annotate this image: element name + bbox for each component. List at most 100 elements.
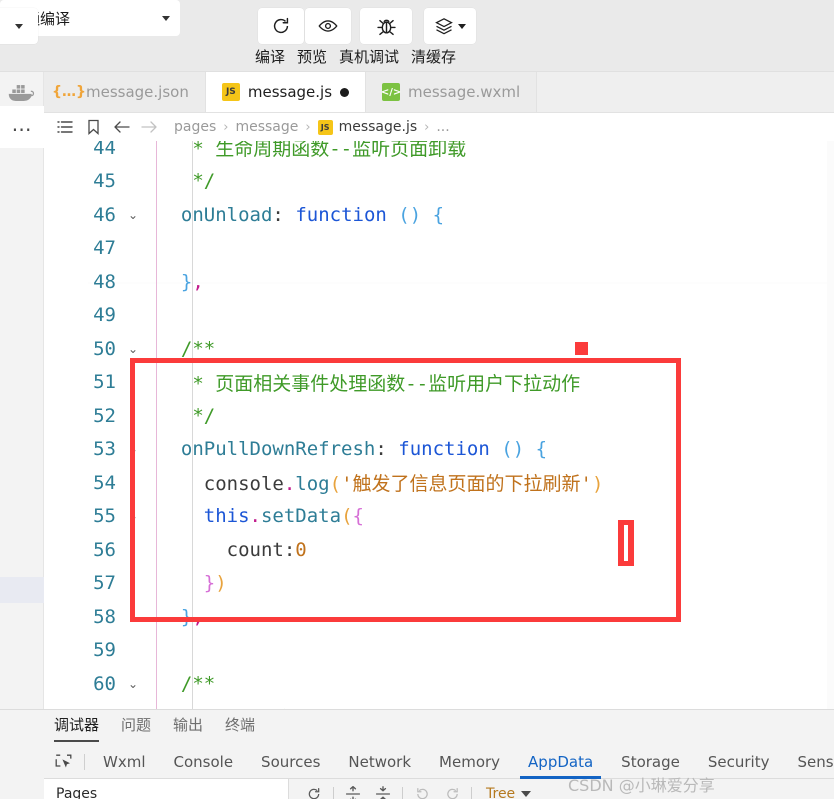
refresh-icon[interactable] (299, 782, 329, 799)
remote-debug-label[interactable]: 真机调试 (339, 46, 399, 67)
js-file-icon: JS (317, 119, 333, 135)
code-line-text: }) (144, 572, 834, 594)
appdata-view-mode-select[interactable]: Tree (486, 786, 532, 799)
code-line[interactable]: 48 }, (44, 265, 834, 299)
expand-all-icon[interactable] (338, 782, 368, 799)
arrow-left-icon[interactable] (110, 117, 132, 137)
code-line[interactable]: 58 }, (44, 600, 834, 634)
activity-bar: ⋯ (0, 72, 44, 709)
ellipsis-icon[interactable]: ⋯ (6, 120, 38, 140)
code-line[interactable]: 46 ⌄ onUnload: function () { (44, 198, 834, 232)
code-line[interactable]: 55 ⌄ this.setData({ (44, 499, 834, 533)
code-editor[interactable]: 44 * 生命周期函数--监听页面卸载 45 */46 ⌄ onUnload: fu… (44, 141, 834, 709)
code-token: , (192, 605, 204, 628)
code-line[interactable]: 53 ⌄ onPullDownRefresh: function () { (44, 432, 834, 466)
file-tab-message-wxml[interactable]: </> message.wxml (366, 72, 538, 112)
redo-icon[interactable] (437, 782, 467, 799)
code-line[interactable]: 45 */ (44, 164, 834, 198)
cursor-select-icon[interactable] (52, 753, 74, 771)
code-token: . (249, 505, 261, 528)
devtools-tab-sensor[interactable]: Sensor (783, 746, 834, 779)
code-token: 生命周期函数--监听页面卸载 (215, 141, 467, 161)
file-tab-message-js[interactable]: JS message.js (205, 72, 367, 112)
top-toolbar: 普通编译 编译 预览 真机调试 清缓存 (0, 0, 834, 72)
code-token: . (283, 473, 296, 496)
code-line[interactable]: 51 * 页面相关事件处理函数--监听用户下拉动作 (44, 365, 834, 399)
code-line[interactable]: 52 */ (44, 399, 834, 433)
activity-bar-selection (0, 577, 44, 603)
bottom-panel-tab[interactable]: 终端 (225, 714, 255, 739)
wechat-devtools-window: 普通编译 编译 预览 真机调试 清缓存 ⋯ {…} message.json J… (0, 0, 834, 799)
devtools-tab-wxml[interactable]: Wxml (89, 746, 160, 779)
fold-chevron-icon[interactable]: ⌄ (122, 510, 144, 522)
code-line-text: */ (144, 170, 834, 192)
code-line[interactable]: 59 (44, 633, 834, 667)
devtools-tab-memory[interactable]: Memory (425, 746, 514, 779)
file-tab-label: message.js (247, 83, 333, 101)
remote-debug-button[interactable] (360, 8, 412, 44)
line-number: 53 (93, 438, 116, 461)
code-token: /** (158, 672, 216, 695)
appdata-pages-label[interactable]: Pages (44, 779, 289, 799)
line-number: 49 (93, 304, 116, 327)
code-token: console (203, 473, 284, 496)
code-token: log (295, 473, 330, 496)
account-dropdown-button[interactable] (0, 8, 38, 44)
devtools-tab-sources[interactable]: Sources (247, 746, 334, 779)
compile-button[interactable] (258, 8, 304, 44)
list-icon[interactable] (54, 117, 76, 137)
code-line[interactable]: 54 console.log('触发了信息页面的下拉刷新') (44, 466, 834, 500)
indent-guide (192, 365, 193, 399)
file-tab-message-json[interactable]: {…} message.json (44, 72, 206, 112)
file-tab-label: message.json (86, 83, 189, 101)
code-token: ( (329, 473, 342, 496)
undo-icon[interactable] (407, 782, 437, 799)
fold-chevron-icon[interactable]: ⌄ (122, 209, 144, 221)
fold-chevron-icon[interactable]: ⌄ (122, 443, 144, 455)
collapse-all-glyph (375, 786, 391, 799)
preview-button[interactable] (305, 8, 351, 44)
appdata-view-mode-label: Tree (486, 786, 516, 799)
code-line[interactable]: 60 ⌄ /** (44, 667, 834, 701)
fold-chevron-icon[interactable]: ⌄ (122, 678, 144, 690)
breadcrumb-segment-pages[interactable]: pages (174, 119, 216, 135)
code-line[interactable]: 61 * 页面上拉触底事件的处理函数 (44, 700, 834, 709)
devtools-tab-console[interactable]: Console (160, 746, 248, 779)
code-line[interactable]: 44 * 生命周期函数--监听页面卸载 (44, 141, 834, 165)
eye-icon (318, 20, 338, 32)
code-token: { (352, 505, 364, 528)
bottom-panel-tab[interactable]: 问题 (121, 714, 151, 739)
code-token: ( (398, 203, 410, 226)
arrow-right-icon[interactable] (138, 117, 160, 137)
line-number: 55 (93, 505, 116, 528)
breadcrumb-segment-more[interactable]: ... (436, 119, 449, 135)
fold-chevron-icon[interactable]: ⌄ (122, 343, 144, 355)
clear-cache-label[interactable]: 清缓存 (411, 46, 456, 67)
code-line[interactable]: 57 }) (44, 566, 834, 600)
code-line[interactable]: 56 count:0 (44, 533, 834, 567)
docker-whale-icon[interactable] (6, 80, 38, 106)
code-line-text: count:0 (144, 539, 834, 561)
breadcrumb-segment-file[interactable]: message.js (339, 119, 418, 135)
code-line[interactable]: 47 (44, 231, 834, 265)
line-number: 57 (93, 572, 116, 595)
line-number: 45 (93, 170, 116, 193)
compile-label[interactable]: 编译 (255, 46, 285, 67)
line-number: 50 (93, 337, 116, 360)
code-token: : (283, 538, 296, 561)
code-line[interactable]: 50 ⌄ /** (44, 332, 834, 366)
bottom-panel-tab[interactable]: 调试器 (54, 714, 100, 742)
preview-label[interactable]: 预览 (297, 46, 327, 67)
breadcrumb-segment-message[interactable]: message (235, 119, 298, 135)
bottom-panel-tab[interactable]: 输出 (173, 714, 203, 739)
code-line[interactable]: 49 (44, 298, 834, 332)
devtools-tab-network[interactable]: Network (334, 746, 425, 779)
breadcrumb-separator: › (223, 119, 229, 135)
bookmark-icon[interactable] (82, 117, 104, 137)
collapse-all-icon[interactable] (368, 782, 398, 799)
clear-cache-button[interactable] (424, 8, 476, 44)
chevron-down-icon (458, 23, 466, 29)
